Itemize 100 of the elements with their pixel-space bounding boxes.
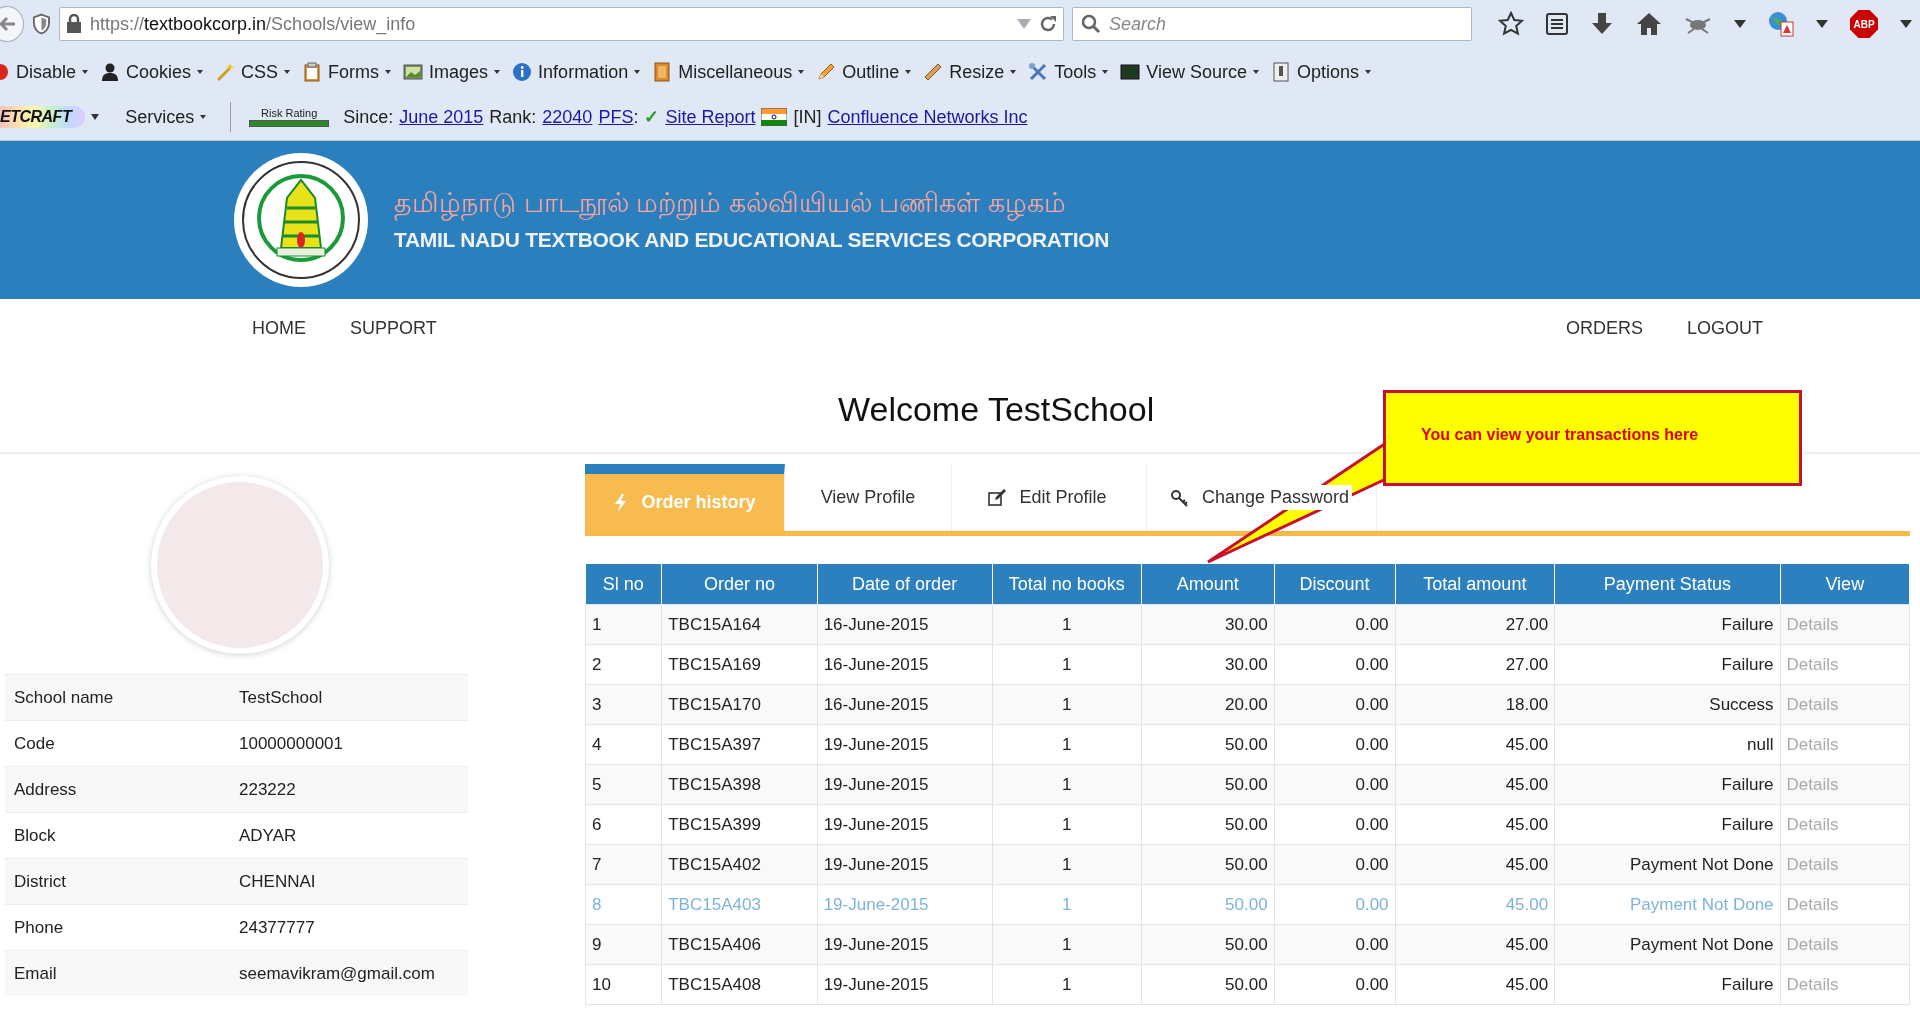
home-icon[interactable]	[1636, 12, 1662, 36]
table-cell: 1	[992, 884, 1142, 925]
table-cell: 3	[585, 684, 662, 725]
caret-icon[interactable]	[1816, 20, 1828, 28]
table-cell: 19-June-2015	[817, 884, 993, 925]
netcraft-link[interactable]: PFS	[598, 106, 634, 128]
toolbar-menu[interactable]: Services	[125, 106, 207, 128]
toolbar-menu[interactable]: CSS	[215, 61, 291, 83]
profile-label: School name	[5, 674, 239, 721]
search-field[interactable]: Search	[1072, 7, 1472, 41]
table-cell: 1	[992, 844, 1142, 885]
toolbar-menu[interactable]: Resize	[923, 61, 1017, 83]
url-text: https://textbookcorp.in/Schools/view_info	[90, 13, 417, 35]
toolbar-menu[interactable]: Options	[1271, 61, 1372, 83]
edit-icon	[988, 488, 1007, 507]
toolbar-menu[interactable]: Miscellaneous	[652, 61, 805, 83]
shield-icon[interactable]	[32, 13, 51, 35]
search-icon	[1081, 14, 1101, 34]
netcraft-link[interactable]: Site Report	[665, 106, 756, 128]
star-icon[interactable]	[1498, 11, 1524, 37]
wand-icon	[215, 62, 236, 82]
caret-icon	[197, 69, 204, 74]
netcraft-text: Since:	[343, 106, 394, 128]
reload-icon[interactable]	[1039, 15, 1057, 33]
address-bar[interactable]: https://textbookcorp.in/Schools/view_info	[59, 7, 1064, 41]
table-cell: 1	[992, 644, 1142, 685]
toolbar-menu[interactable]: Images	[403, 61, 501, 83]
caret-icon	[634, 69, 641, 74]
caret-icon[interactable]	[91, 114, 100, 120]
caret-icon[interactable]	[1734, 20, 1746, 28]
caret-icon	[1365, 69, 1372, 74]
column-header: View	[1780, 564, 1910, 605]
table-cell: 50.00	[1141, 884, 1275, 925]
netcraft-text: :	[633, 106, 639, 128]
table-cell: 0.00	[1274, 844, 1396, 885]
table-cell: Payment Not Done	[1554, 924, 1781, 965]
nav-link[interactable]: HOME	[230, 311, 328, 345]
picture-icon	[403, 62, 424, 82]
table-cell: 7	[585, 844, 662, 885]
table-cell: TBC15A169	[661, 644, 818, 685]
table-cell: TBC15A403	[661, 884, 818, 925]
tab[interactable]: Edit Profile	[952, 464, 1147, 531]
netcraft-link[interactable]: 22040	[542, 106, 593, 128]
netcraft-logo[interactable]: ETCRAFT	[0, 106, 86, 128]
profile-value: 223222	[239, 766, 468, 813]
caret-icon	[798, 69, 805, 74]
table-cell: 0.00	[1274, 884, 1396, 925]
key-icon	[1171, 488, 1189, 507]
info-icon	[512, 62, 533, 82]
column-header: Amount	[1141, 564, 1275, 605]
toolbar-menu[interactable]: Cookies	[100, 61, 204, 83]
caret-icon[interactable]	[1900, 20, 1912, 28]
tab[interactable]: View Profile	[785, 464, 952, 531]
profile-label: Block	[5, 812, 239, 859]
nav-link[interactable]: LOGOUT	[1665, 311, 1785, 345]
table-cell: 10	[585, 964, 662, 1005]
table-cell: 50.00	[1141, 844, 1275, 885]
list-icon[interactable]	[1546, 12, 1568, 36]
toolbar-menu[interactable]: Tools	[1028, 61, 1109, 83]
table-cell: 50.00	[1141, 724, 1275, 765]
site-title-tamil: தமிழ்நாடு பாடநூல் மற்றும் கல்வியியல் பணிகள் கழகம்	[394, 188, 1110, 222]
profile-value: CHENNAI	[239, 858, 468, 905]
table-cell: 1	[992, 724, 1142, 765]
back-button[interactable]	[0, 6, 25, 42]
profile-value: 24377777	[239, 904, 468, 951]
table-cell: 45.00	[1395, 924, 1555, 965]
table-cell: Failure	[1554, 764, 1781, 805]
column-header: Sl no	[585, 564, 662, 605]
profile-value: TestSchool	[239, 674, 468, 721]
table-cell: Payment Not Done	[1554, 884, 1781, 925]
toolbar-menu[interactable]: View Source	[1120, 61, 1260, 83]
table-cell: 1	[992, 764, 1142, 805]
globe-document-icon[interactable]	[1768, 11, 1794, 37]
table-cell: 18.00	[1395, 684, 1555, 725]
table-cell: TBC15A398	[661, 764, 818, 805]
table-cell: 45.00	[1395, 884, 1555, 925]
table-cell: 45.00	[1395, 724, 1555, 765]
download-icon[interactable]	[1590, 12, 1614, 36]
profile-label: District	[5, 858, 239, 905]
table-cell: 27.00	[1395, 644, 1555, 685]
toolbar-menu[interactable]: Information	[512, 61, 641, 83]
table-cell: 16-June-2015	[817, 684, 993, 725]
adblock-icon[interactable]: ABP	[1850, 10, 1878, 38]
site-title: TAMIL NADU TEXTBOOK AND EDUCATIONAL SERVICES CORPORATION	[394, 228, 1110, 252]
check-icon: ✓	[644, 106, 660, 128]
caret-icon	[905, 69, 912, 74]
toolbar-menu[interactable]: Disable	[0, 61, 89, 83]
toolbar-menu[interactable]: Outline	[816, 61, 912, 83]
column-header: Total amount	[1395, 564, 1555, 605]
toolbar-menu[interactable]: Forms	[302, 61, 392, 83]
table-cell: 19-June-2015	[817, 924, 993, 965]
netcraft-link[interactable]: June 2015	[399, 106, 484, 128]
netcraft-link[interactable]: Confluence Networks Inc	[827, 106, 1028, 128]
table-cell: 5	[585, 764, 662, 805]
profile-value: 10000000001	[239, 720, 468, 767]
nav-link[interactable]: SUPPORT	[328, 311, 459, 345]
column-header: Order no	[661, 564, 818, 605]
table-cell: 45.00	[1395, 844, 1555, 885]
nav-link[interactable]: ORDERS	[1543, 311, 1665, 345]
table-cell: 0.00	[1274, 724, 1396, 765]
